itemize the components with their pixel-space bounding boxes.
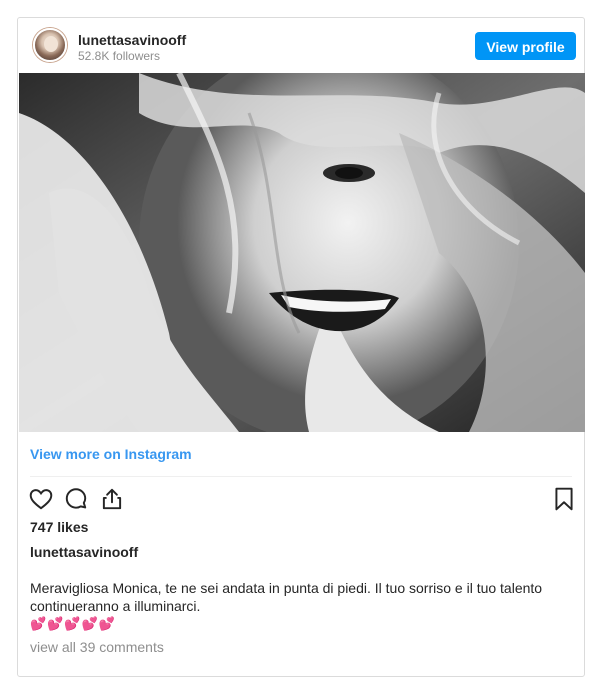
caption-username[interactable]: lunettasavinooff xyxy=(30,544,138,560)
post-header: lunettasavinooff 52.8K followers View pr… xyxy=(18,18,584,73)
comment-icon[interactable] xyxy=(63,486,89,512)
bookmark-icon[interactable] xyxy=(551,486,577,512)
heart-icon[interactable] xyxy=(28,486,54,512)
view-profile-button[interactable]: View profile xyxy=(475,32,576,60)
instagram-embed-card: lunettasavinooff 52.8K followers View pr… xyxy=(17,17,585,677)
divider xyxy=(30,476,572,477)
follower-count: 52.8K followers xyxy=(78,49,161,63)
view-comments-link[interactable]: view all 39 comments xyxy=(30,639,164,655)
view-more-link[interactable]: View more on Instagram xyxy=(30,446,192,462)
share-icon[interactable] xyxy=(99,486,125,512)
post-caption: Meravigliosa Monica, te ne sei andata in… xyxy=(30,580,543,614)
post-image[interactable] xyxy=(19,73,585,432)
caption-emojis: 💕💕💕💕💕 xyxy=(30,616,116,631)
avatar[interactable] xyxy=(33,28,67,62)
username[interactable]: lunettasavinooff xyxy=(78,32,186,48)
like-count[interactable]: 747 likes xyxy=(30,519,88,535)
